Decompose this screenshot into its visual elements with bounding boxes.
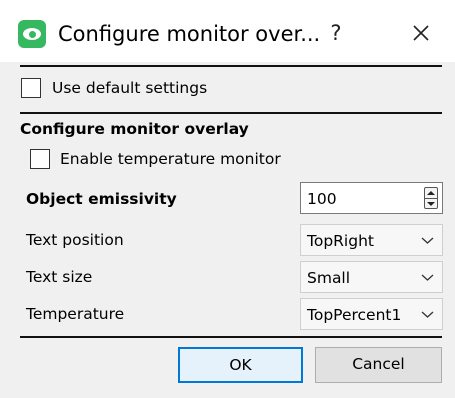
spin-arrows[interactable] xyxy=(424,187,438,209)
text-size-label: Text size xyxy=(26,268,93,286)
chevron-down-icon xyxy=(421,237,434,244)
ok-button[interactable]: OK xyxy=(178,347,303,383)
eye-logo-icon xyxy=(18,20,46,48)
close-button[interactable] xyxy=(402,18,440,48)
temperature-label: Temperature xyxy=(26,305,125,323)
window-title: Configure monitor over... xyxy=(58,22,321,46)
section-heading: Configure monitor overlay xyxy=(20,120,249,138)
bottom-divider xyxy=(20,336,442,338)
text-position-dropdown[interactable]: TopRight xyxy=(300,224,443,256)
spin-up-icon[interactable] xyxy=(425,188,437,198)
chevron-down-icon xyxy=(421,274,434,281)
text-size-dropdown[interactable]: Small xyxy=(300,261,443,293)
help-button[interactable]: ? xyxy=(318,18,354,48)
spin-down-icon[interactable] xyxy=(425,199,437,209)
enable-temperature-label: Enable temperature monitor xyxy=(60,150,281,168)
chevron-down-icon xyxy=(421,311,434,318)
title-bar: Configure monitor over... ? xyxy=(0,0,455,62)
emissivity-label: Object emissivity xyxy=(26,190,177,208)
emissivity-spinbox[interactable]: 100 xyxy=(300,182,443,214)
close-icon xyxy=(413,25,429,41)
use-default-checkbox[interactable] xyxy=(21,78,41,98)
text-position-value: TopRight xyxy=(307,232,374,250)
text-position-label: Text position xyxy=(26,231,124,249)
eye-pupil xyxy=(29,31,36,38)
text-size-value: Small xyxy=(307,269,351,287)
enable-temperature-checkbox[interactable] xyxy=(30,149,50,169)
dialog-body: Use default settings Configure monitor o… xyxy=(0,62,455,398)
temperature-value: TopPercent1 xyxy=(307,306,402,324)
cancel-button[interactable]: Cancel xyxy=(315,347,442,383)
section-divider xyxy=(20,112,442,114)
top-divider xyxy=(20,65,442,67)
temperature-dropdown[interactable]: TopPercent1 xyxy=(300,298,443,330)
use-default-label: Use default settings xyxy=(52,79,208,97)
emissivity-value: 100 xyxy=(307,190,337,208)
